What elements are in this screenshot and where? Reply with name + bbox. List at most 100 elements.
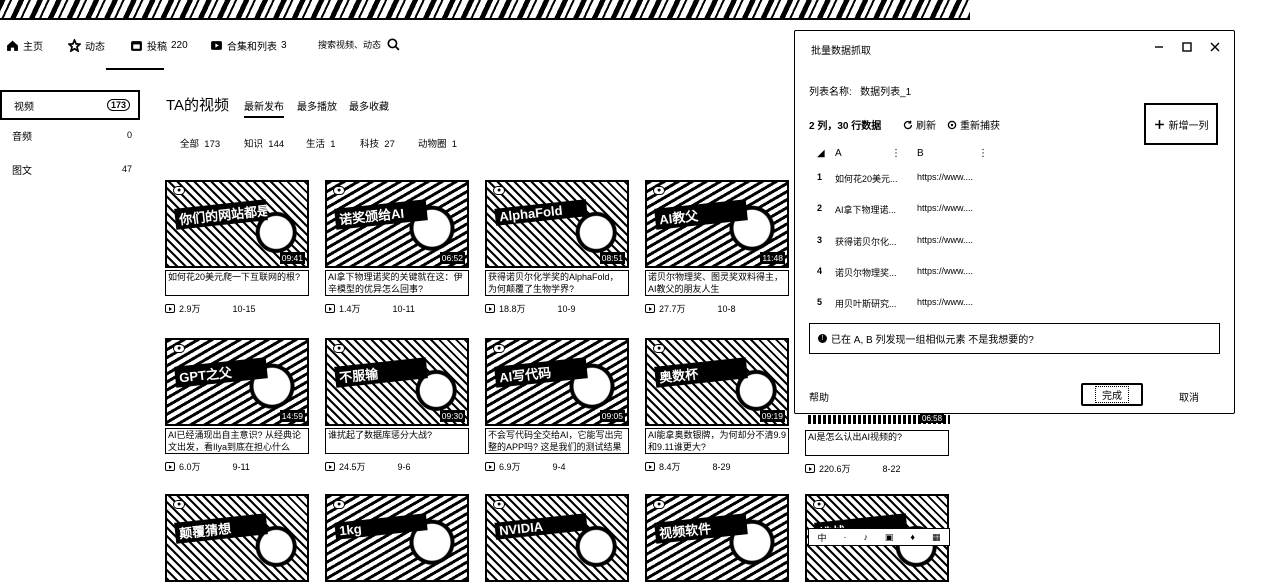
table-cell-a[interactable]: 用贝叶斯研究... bbox=[835, 297, 897, 310]
dot-icon[interactable]: · bbox=[843, 532, 846, 542]
video-card[interactable]: ● 1kg bbox=[325, 494, 471, 582]
table-cell-a[interactable]: 诺贝尔物理奖... bbox=[835, 266, 897, 279]
add-column-button[interactable]: 新增一列 bbox=[1144, 103, 1218, 145]
video-thumbnail[interactable]: ● 你们的网站都是我的 09:41 bbox=[165, 180, 309, 268]
video-title[interactable]: AI拿下物理诺奖的关键就在这：伊辛模型的优异怎么回事? bbox=[325, 270, 469, 296]
video-card[interactable]: ● 不服输 09:30 谁扰起了数据库惩分大战? 24.5万 9-6 bbox=[325, 338, 471, 473]
video-thumbnail[interactable]: ● GPT之父 14:59 bbox=[165, 338, 309, 426]
sort-tab-most-played[interactable]: 最多播放 bbox=[297, 98, 337, 113]
video-card[interactable]: AI是怎么认出AI视频的? 220.6万 8-22 bbox=[805, 424, 951, 475]
search-icon[interactable] bbox=[387, 38, 400, 51]
table-cell-b[interactable]: https://www.... bbox=[917, 235, 973, 245]
video-duration: 06:52 bbox=[439, 252, 465, 264]
video-meta: 18.8万 10-9 bbox=[485, 302, 631, 315]
grid-icon[interactable]: ▦ bbox=[932, 532, 941, 543]
sort-tab-most-favorited[interactable]: 最多收藏 bbox=[349, 98, 389, 113]
video-title[interactable]: 诺贝尔物理奖、图灵奖双料得主，AI教父的朋友人生 bbox=[645, 270, 789, 296]
minimize-button[interactable] bbox=[1151, 39, 1167, 55]
subtitle-icon[interactable]: 中 bbox=[817, 531, 826, 544]
video-thumbnail[interactable]: ● AI写代码 09:05 bbox=[485, 338, 629, 426]
sort-tab-latest[interactable]: 最新发布 bbox=[244, 98, 284, 118]
table-cell-b[interactable]: https://www.... bbox=[917, 266, 973, 276]
video-thumbnail[interactable]: ● AlphaFold 08:51 bbox=[485, 180, 629, 268]
nav-posts[interactable]: 投稿 220 bbox=[130, 38, 188, 53]
publish-date: 9-11 bbox=[232, 461, 250, 472]
video-meta: 6.9万 9-4 bbox=[485, 460, 631, 473]
sidebar-item-audio[interactable]: 音频 0 bbox=[0, 120, 140, 150]
table-cell-b[interactable]: https://www.... bbox=[917, 297, 973, 307]
video-title[interactable]: 不会写代码全交给AI，它能写出完整的APP吗? 这是我们的测试结果 bbox=[485, 428, 629, 454]
channel-logo: ● bbox=[173, 186, 186, 195]
video-card[interactable]: ● GPT之父 14:59 AI已经涌现出自主意识? 从经典论文出发，看Ilya… bbox=[165, 338, 311, 473]
nav-collections[interactable]: 合集和列表 3 bbox=[210, 38, 287, 53]
view-count: 1.4万 bbox=[339, 304, 361, 314]
table-cell-b[interactable]: https://www.... bbox=[917, 203, 973, 213]
video-thumbnail[interactable]: ● 诺奖颁给AI 06:52 bbox=[325, 180, 469, 268]
dialog-title: 批量数据抓取 bbox=[811, 46, 871, 57]
cancel-button[interactable]: 取消 bbox=[1179, 389, 1199, 404]
search-box[interactable]: 搜索视频、动态 bbox=[318, 38, 400, 51]
view-count: 24.5万 bbox=[339, 462, 366, 472]
refresh-button[interactable]: 刷新 bbox=[903, 117, 936, 132]
similar-elements-notice[interactable]: ! 已在 A, B 列发现一组相似元素 不是我想要的? bbox=[809, 323, 1220, 354]
video-thumbnail[interactable]: ● 1kg bbox=[325, 494, 469, 582]
hover-control-bar[interactable]: 中 · ♪ ▣ ♦ ▦ bbox=[808, 528, 950, 546]
publish-date: 9-4 bbox=[552, 461, 566, 472]
video-card[interactable]: ● 视频软件 bbox=[645, 494, 791, 582]
video-card[interactable]: ● 诺奖颁给AI 06:52 AI拿下物理诺奖的关键就在这：伊辛模型的优异怎么回… bbox=[325, 180, 471, 315]
video-card[interactable]: ● NVIDIA bbox=[485, 494, 631, 582]
sidebar-item-video[interactable]: 视频 173 bbox=[0, 90, 140, 120]
video-card[interactable]: ● 颠覆猜想 bbox=[165, 494, 311, 582]
row-number: 4 bbox=[817, 266, 823, 276]
table-cell-b[interactable]: https://www.... bbox=[917, 172, 973, 182]
filter-life[interactable]: 生活 1 bbox=[306, 136, 336, 150]
table-cell-a[interactable]: 获得诺贝尔化... bbox=[835, 235, 897, 248]
video-title[interactable]: 谁扰起了数据库惩分大战? bbox=[325, 428, 469, 454]
filter-tech[interactable]: 科技 27 bbox=[360, 136, 395, 150]
sidebar-item-label: 音频 bbox=[12, 131, 32, 143]
column-a-menu-icon[interactable]: ⋮ bbox=[891, 148, 901, 159]
maximize-button[interactable] bbox=[1179, 39, 1195, 55]
video-thumbnail[interactable]: ● 奥数杯 09:19 bbox=[645, 338, 789, 426]
column-b-menu-icon[interactable]: ⋮ bbox=[978, 148, 988, 159]
share-icon[interactable]: ♦ bbox=[910, 532, 915, 542]
video-card[interactable]: ● AI教父 11:48 诺贝尔物理奖、图灵奖双料得主，AI教父的朋友人生 27… bbox=[645, 180, 791, 315]
audio-icon[interactable]: ♪ bbox=[863, 532, 868, 542]
column-header-a[interactable]: A bbox=[835, 148, 842, 159]
recapture-button[interactable]: 重新捕获 bbox=[947, 117, 1000, 132]
screen-icon[interactable]: ▣ bbox=[885, 532, 894, 543]
filter-all[interactable]: 全部 173 bbox=[180, 136, 220, 150]
table-cell-a[interactable]: AI拿下物理诺... bbox=[835, 203, 896, 216]
help-link[interactable]: 帮助 bbox=[809, 389, 829, 404]
table-cell-a[interactable]: 如何花20美元... bbox=[835, 172, 898, 185]
video-title[interactable]: AI能拿奥数银牌，为何却分不清9.9和9.11谁更大? bbox=[645, 428, 789, 454]
video-thumbnail[interactable]: ● 不服输 09:30 bbox=[325, 338, 469, 426]
space-nav: 主页 动态 投稿 220 合集和列表 3 搜索视频、动态 bbox=[0, 30, 440, 70]
video-thumbnail[interactable]: ● AI教父 11:48 bbox=[645, 180, 789, 268]
video-title[interactable]: AI是怎么认出AI视频的? bbox=[805, 430, 949, 456]
video-card[interactable]: ● 奥数杯 09:19 AI能拿奥数银牌，为何却分不清9.9和9.11谁更大? … bbox=[645, 338, 791, 473]
filter-knowledge[interactable]: 知识 144 bbox=[244, 136, 284, 150]
video-meta: 6.0万 9-11 bbox=[165, 460, 311, 473]
play-count-icon bbox=[805, 464, 815, 473]
video-thumbnail[interactable]: ● 视频软件 bbox=[645, 494, 789, 582]
list-name-value[interactable]: 数据列表_1 bbox=[860, 87, 911, 98]
video-card[interactable]: ● AlphaFold 08:51 获得诺贝尔化学奖的AlphaFold，为何颠… bbox=[485, 180, 631, 315]
confirm-button[interactable]: 完成 bbox=[1081, 383, 1143, 406]
video-card[interactable]: ● AI写代码 09:05 不会写代码全交给AI，它能写出完整的APP吗? 这是… bbox=[485, 338, 631, 473]
video-card[interactable]: ● 你们的网站都是我的 09:41 如何花20美元爬一下互联网的根? 2.9万 1… bbox=[165, 180, 311, 315]
video-thumbnail[interactable]: ● NVIDIA bbox=[485, 494, 629, 582]
nav-dynamic[interactable]: 动态 bbox=[68, 38, 105, 53]
search-input[interactable]: 搜索视频、动态 bbox=[318, 38, 381, 51]
video-thumbnail[interactable]: ● 颠覆猜想 bbox=[165, 494, 309, 582]
video-title[interactable]: 如何花20美元爬一下互联网的根? bbox=[165, 270, 309, 296]
column-header-b[interactable]: B bbox=[917, 148, 924, 159]
filter-label: 生活 bbox=[306, 139, 326, 150]
close-button[interactable] bbox=[1207, 39, 1223, 55]
video-title[interactable]: AI已经涌现出自主意识? 从经典论文出发，看Ilya到底在担心什么 bbox=[165, 428, 309, 454]
sort-toggle[interactable]: ◢ bbox=[817, 148, 825, 159]
sidebar-item-article[interactable]: 图文 47 bbox=[0, 154, 140, 184]
video-title[interactable]: 获得诺贝尔化学奖的AlphaFold，为何颠覆了生物学界? bbox=[485, 270, 629, 296]
filter-animals[interactable]: 动物圈 1 bbox=[418, 136, 457, 150]
nav-home[interactable]: 主页 bbox=[6, 38, 43, 53]
